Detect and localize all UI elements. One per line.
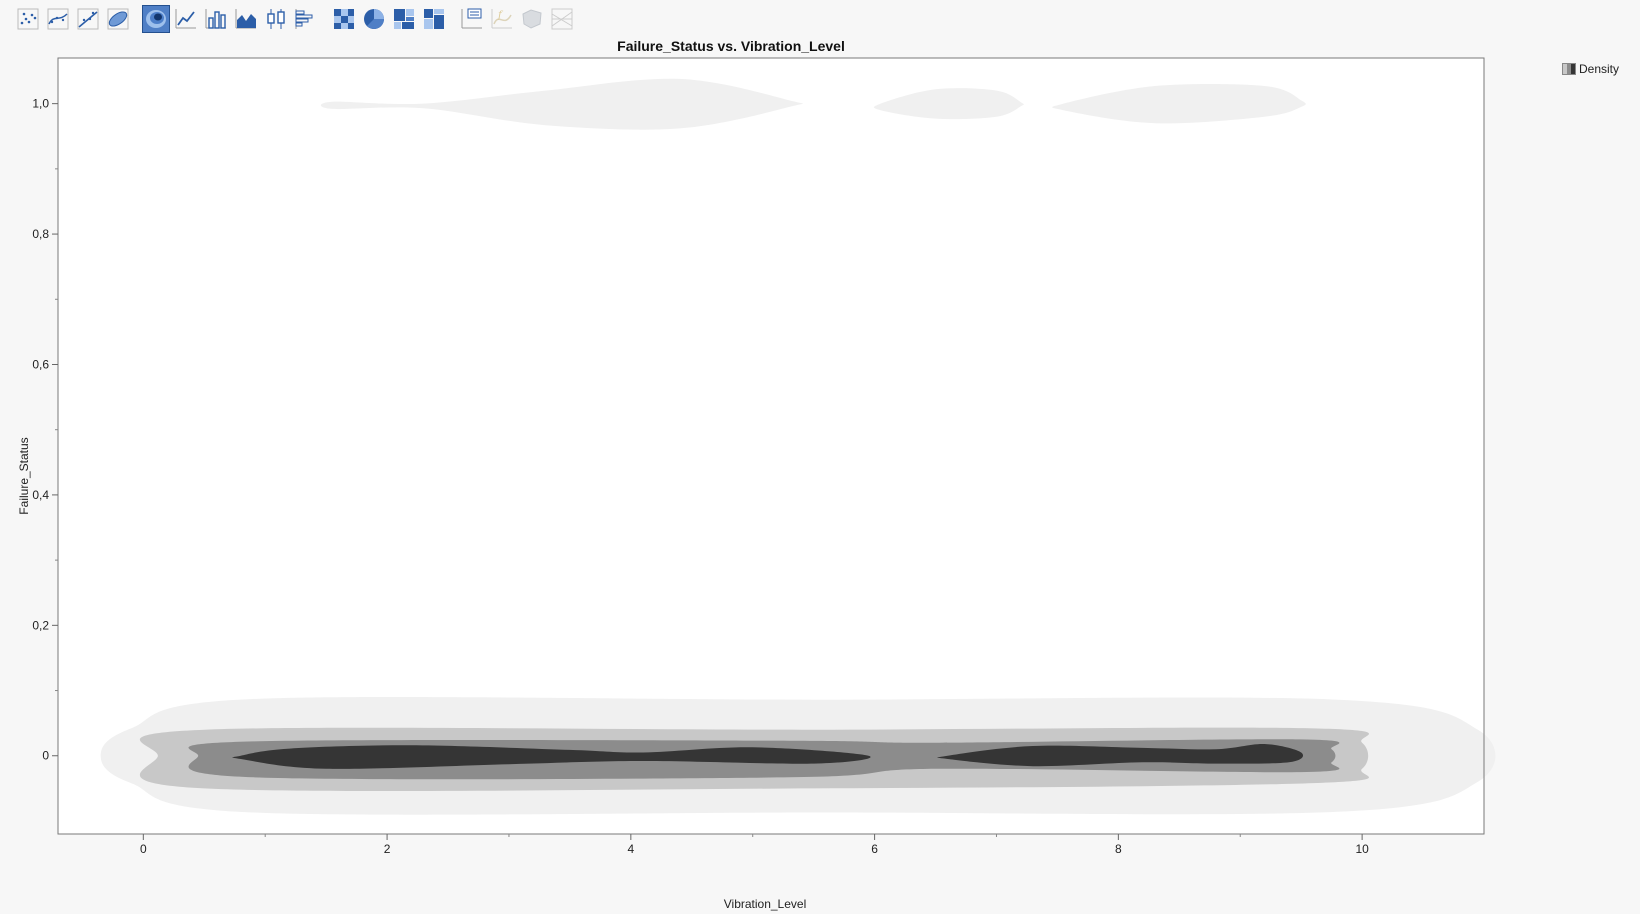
y-tick-label-1: 0,2 bbox=[32, 618, 49, 632]
legend: Density bbox=[1562, 62, 1619, 76]
chart-title: Failure_Status vs. Vibration_Level bbox=[617, 38, 845, 54]
y-tick-label-2: 0,4 bbox=[32, 488, 49, 502]
y-tick-label-5: 1,0 bbox=[32, 97, 49, 111]
y-axis-label: Failure_Status bbox=[17, 437, 31, 514]
x-tick-label-5: 10 bbox=[1355, 842, 1369, 856]
contour-chart: 0 2 4 6 8 10 0 0,2 0,4 0,6 0,8 1,0 Failure_Status vs… bbox=[17, 38, 1496, 911]
legend-label: Density bbox=[1579, 62, 1620, 76]
x-tick-label-1: 2 bbox=[384, 842, 391, 856]
x-tick-label-3: 6 bbox=[871, 842, 878, 856]
y-tick-label-4: 0,8 bbox=[32, 227, 49, 241]
x-tick-label-0: 0 bbox=[140, 842, 147, 856]
x-tick-label-4: 8 bbox=[1115, 842, 1122, 856]
x-tick-label-2: 4 bbox=[627, 842, 634, 856]
density-swatch bbox=[1562, 63, 1576, 75]
y-tick-label-3: 0,6 bbox=[32, 357, 49, 371]
y-tick-label-0: 0 bbox=[42, 749, 49, 763]
x-axis-label: Vibration_Level bbox=[724, 897, 807, 911]
